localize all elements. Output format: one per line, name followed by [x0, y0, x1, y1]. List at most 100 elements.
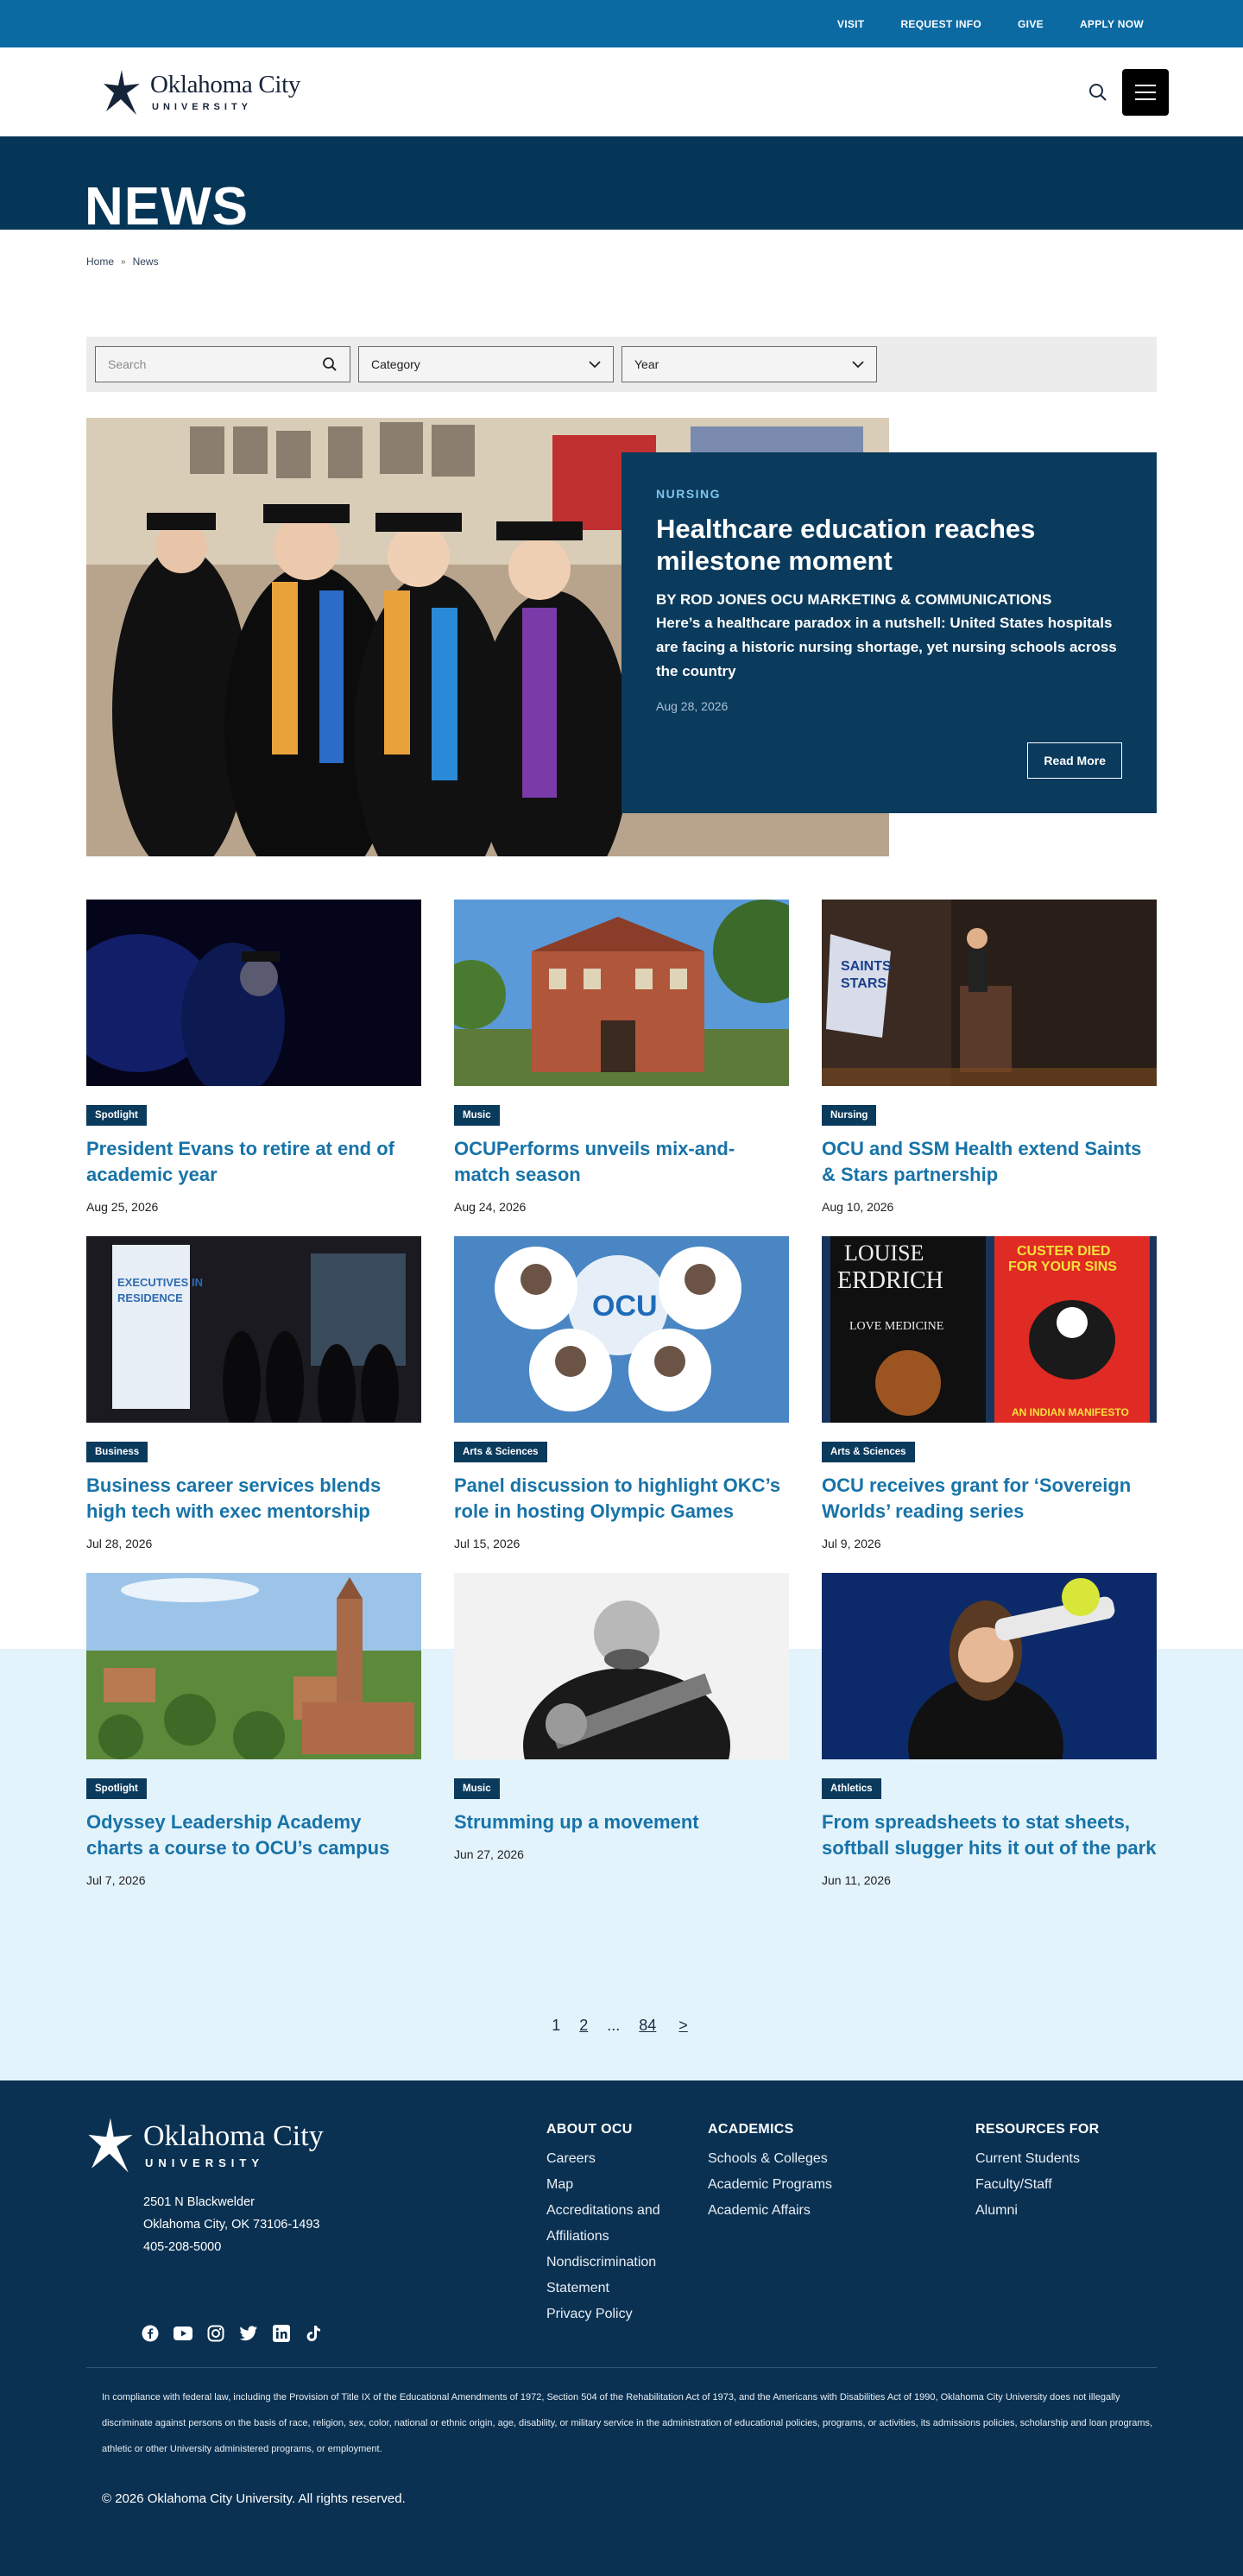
news-card: OCU Arts & Sciences Panel discussion to …	[454, 1236, 789, 1573]
utility-link-request-info[interactable]: REQUEST INFO	[900, 18, 981, 30]
article-thumbnail[interactable]: OCU	[454, 1236, 789, 1423]
page-link-2[interactable]: 2	[576, 2017, 591, 2035]
breadcrumb: Home » News	[86, 256, 159, 268]
article-date: Jul 15, 2026	[454, 1537, 521, 1550]
pagination: 1 2 ... 84 >	[0, 2017, 1243, 2035]
news-card: SAINTS STARS Nursing OCU and SSM Health e…	[822, 900, 1157, 1236]
article-title[interactable]: President Evans to retire at end of acad…	[86, 1136, 421, 1188]
page-next-button[interactable]: >	[675, 2017, 691, 2035]
footer-logo-name: Oklahoma City	[143, 2119, 324, 2152]
phone-number[interactable]: 405-208-5000	[143, 2236, 319, 2258]
article-thumbnail[interactable]	[86, 900, 421, 1086]
news-card: Music OCUPerforms unveils mix-and-match …	[454, 900, 789, 1236]
article-date: Jul 7, 2026	[86, 1873, 146, 1887]
article-title[interactable]: Strumming up a movement	[454, 1809, 789, 1835]
article-title[interactable]: Odyssey Leadership Academy charts a cour…	[86, 1809, 421, 1861]
news-filters: Category Year	[86, 337, 1157, 392]
twitter-icon[interactable]	[239, 2324, 258, 2343]
utility-link-give[interactable]: GIVE	[1018, 18, 1044, 30]
site-logo[interactable]: Oklahoma City UNIVERSITY	[102, 68, 300, 117]
featured-article-card: NURSING Healthcare education reaches mil…	[622, 452, 1157, 813]
youtube-icon[interactable]	[174, 2324, 192, 2343]
utility-link-apply-now[interactable]: APPLY NOW	[1080, 18, 1144, 30]
footer-heading: ABOUT OCU	[546, 2122, 633, 2137]
utility-link-visit[interactable]: VISIT	[837, 18, 865, 30]
article-thumbnail[interactable]	[822, 1573, 1157, 1759]
footer-link[interactable]: Academic Affairs	[708, 2198, 975, 2224]
footer-link[interactable]: Statement	[546, 2276, 708, 2301]
footer-logo[interactable]: Oklahoma City UNIVERSITY	[86, 2115, 324, 2175]
star-logo-icon	[88, 2118, 133, 2173]
footer-link[interactable]: Affiliations	[546, 2224, 708, 2250]
footer-link[interactable]: Accreditations and	[546, 2198, 708, 2224]
article-title[interactable]: OCU and SSM Health extend Saints & Stars…	[822, 1136, 1157, 1188]
footer-link[interactable]: Alumni	[975, 2198, 1099, 2224]
article-title[interactable]: Panel discussion to highlight OKC’s role…	[454, 1473, 789, 1525]
article-thumbnail[interactable]	[86, 1573, 421, 1759]
book-subtitle-2: AN INDIAN MANIFESTO	[1012, 1406, 1129, 1418]
search-icon[interactable]	[322, 357, 338, 372]
year-select[interactable]: Year	[622, 346, 877, 382]
search-input[interactable]	[108, 357, 298, 371]
article-title[interactable]: OCUPerforms unveils mix-and-match season	[454, 1136, 789, 1188]
article-tag[interactable]: Spotlight	[86, 1778, 147, 1799]
article-tag[interactable]: Athletics	[822, 1778, 881, 1799]
footer-link[interactable]: Nondiscrimination	[546, 2250, 708, 2276]
article-tag[interactable]: Spotlight	[86, 1105, 147, 1126]
search-field[interactable]	[95, 346, 350, 382]
featured-title[interactable]: Healthcare education reaches milestone m…	[656, 513, 1122, 577]
book-author-2: ERDRICH	[837, 1267, 943, 1294]
featured-category: NURSING	[656, 487, 722, 501]
read-more-button[interactable]: Read More	[1027, 742, 1122, 779]
page-link-last[interactable]: 84	[635, 2017, 659, 2035]
header-search-button[interactable]	[1086, 80, 1110, 104]
article-tag[interactable]: Arts & Sciences	[454, 1442, 547, 1462]
page-current: 1	[552, 2017, 561, 2034]
article-tag[interactable]: Arts & Sciences	[822, 1442, 915, 1462]
article-tag[interactable]: Music	[454, 1105, 500, 1126]
linkedin-icon[interactable]	[272, 2324, 291, 2343]
page-ellipsis: ...	[607, 2017, 621, 2034]
star-logo-icon	[104, 69, 140, 115]
footer-link[interactable]: Current Students	[975, 2146, 1099, 2172]
article-thumbnail[interactable]: LOUISE ERDRICH LOVE MEDICINE CUSTER DIED FOR…	[822, 1236, 1157, 1423]
footer-link[interactable]: Academic Programs	[708, 2172, 975, 2198]
footer-heading: RESOURCES FOR	[975, 2122, 1100, 2137]
footer-link[interactable]: Privacy Policy	[546, 2301, 708, 2327]
article-title[interactable]: Business career services blends high tec…	[86, 1473, 421, 1525]
article-tag[interactable]: Business	[86, 1442, 148, 1462]
ocu-logo-text: OCU	[592, 1290, 658, 1323]
article-date: Jun 11, 2026	[822, 1873, 891, 1887]
article-tag[interactable]: Music	[454, 1778, 500, 1799]
breadcrumb-home[interactable]: Home	[86, 256, 114, 268]
footer-columns: ABOUT OCU Careers Map Accreditations and…	[546, 2122, 1099, 2327]
footer-link[interactable]: Careers	[546, 2146, 708, 2172]
book-author-1: LOUISE	[844, 1241, 924, 1266]
article-thumbnail[interactable]: SAINTS STARS	[822, 900, 1157, 1086]
footer-link[interactable]: Map	[546, 2172, 708, 2198]
facebook-icon[interactable]	[141, 2324, 160, 2343]
article-date: Jun 27, 2026	[454, 1847, 524, 1861]
stars-sign-text: STARS	[841, 976, 887, 991]
category-select[interactable]: Category	[358, 346, 614, 382]
news-card: Spotlight President Evans to retire at e…	[86, 900, 421, 1236]
book-title-1: LOVE MEDICINE	[849, 1320, 943, 1333]
featured-byline: BY ROD JONES OCU MARKETING & COMMUNICATI…	[656, 591, 1052, 608]
footer-link[interactable]: Faculty/Staff	[975, 2172, 1099, 2198]
nondiscrimination-statement: In compliance with federal law, includin…	[102, 2392, 1153, 2454]
article-thumbnail[interactable]: EXECUTIVES IN RESIDENCE	[86, 1236, 421, 1423]
address-line: 2501 N Blackwelder	[143, 2195, 255, 2209]
footer-link[interactable]: Schools & Colleges	[708, 2146, 975, 2172]
article-title[interactable]: OCU receives grant for ‘Sovereign Worlds…	[822, 1473, 1157, 1525]
footer-col-academics: ACADEMICS Schools & Colleges Academic Pr…	[708, 2122, 975, 2327]
category-select-label: Category	[371, 357, 420, 371]
news-card: LOUISE ERDRICH LOVE MEDICINE CUSTER DIED FOR…	[822, 1236, 1157, 1573]
instagram-icon[interactable]	[206, 2324, 225, 2343]
article-thumbnail[interactable]	[454, 900, 789, 1086]
article-thumbnail[interactable]	[454, 1573, 789, 1759]
menu-button[interactable]	[1122, 68, 1169, 116]
tiktok-icon[interactable]	[305, 2324, 324, 2343]
logo-name: Oklahoma City	[150, 70, 301, 98]
article-title[interactable]: From spreadsheets to stat sheets, softba…	[822, 1809, 1157, 1861]
article-tag[interactable]: Nursing	[822, 1105, 877, 1126]
